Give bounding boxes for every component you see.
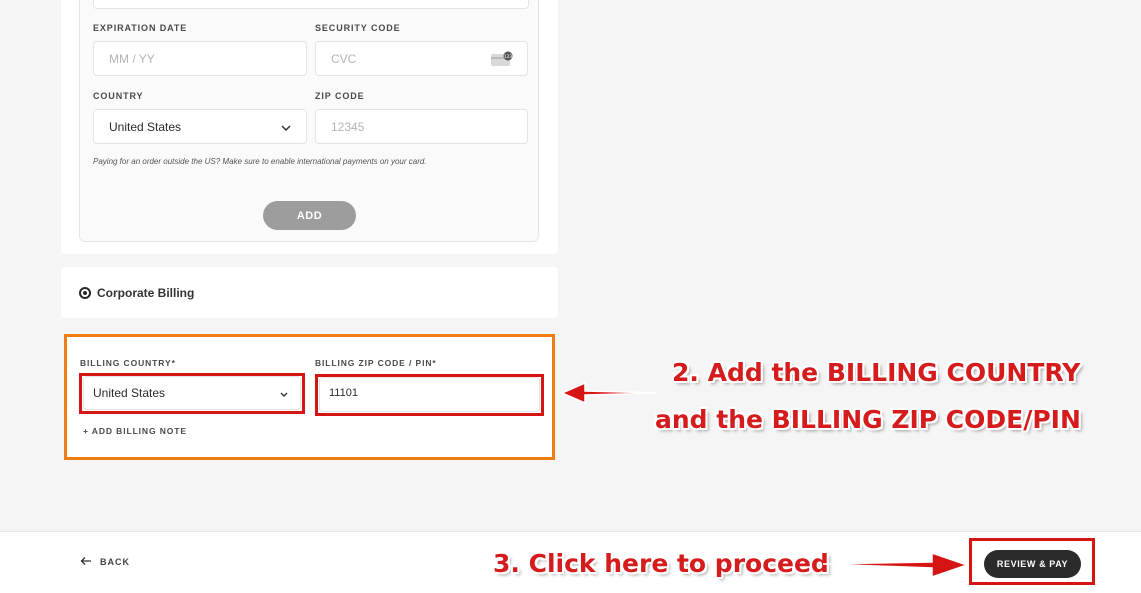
back-button[interactable]: BACK	[80, 556, 130, 568]
corporate-billing-radio[interactable]	[79, 287, 91, 299]
review-pay-highlight	[969, 538, 1095, 585]
step2-annotation-line2: and the BILLING ZIP CODE/PIN	[655, 405, 1081, 434]
add-billing-note-link[interactable]: + ADD BILLING NOTE	[83, 426, 187, 436]
zip-code-placeholder: 12345	[331, 120, 365, 134]
corporate-billing-label: Corporate Billing	[97, 286, 195, 300]
billing-country-highlight	[79, 373, 305, 414]
billing-country-label: BILLING COUNTRY*	[80, 358, 176, 368]
add-card-button[interactable]: ADD	[263, 201, 356, 230]
security-code-placeholder: CVC	[331, 52, 357, 66]
arrow-right-icon	[822, 551, 970, 579]
card-number-field[interactable]	[93, 0, 529, 9]
step3-annotation: 3. Click here to proceed	[493, 549, 829, 578]
expiration-input[interactable]: MM / YY	[93, 41, 307, 76]
country-label: COUNTRY	[93, 91, 144, 101]
country-select[interactable]: United States	[93, 109, 307, 144]
international-note: Paying for an order outside the US? Make…	[93, 157, 427, 166]
billing-zip-label: BILLING ZIP CODE / PIN*	[315, 358, 437, 368]
security-code-input[interactable]: CVC 123	[315, 41, 528, 76]
expiration-label: EXPIRATION DATE	[93, 23, 188, 33]
chevron-down-icon	[280, 122, 292, 136]
step2-annotation-line1: 2. Add the BILLING COUNTRY	[672, 358, 1081, 387]
billing-zip-highlight	[315, 374, 544, 416]
svg-text:123: 123	[504, 54, 513, 60]
zip-code-label: ZIP CODE	[315, 91, 365, 101]
arrow-left-icon	[560, 381, 658, 405]
expiration-placeholder: MM / YY	[109, 52, 155, 66]
back-label: BACK	[100, 557, 130, 567]
zip-code-input[interactable]: 12345	[315, 109, 528, 144]
card-cvc-icon: 123	[490, 51, 514, 70]
arrow-left-icon	[80, 556, 92, 568]
security-code-label: SECURITY CODE	[315, 23, 401, 33]
country-value: United States	[109, 120, 182, 134]
